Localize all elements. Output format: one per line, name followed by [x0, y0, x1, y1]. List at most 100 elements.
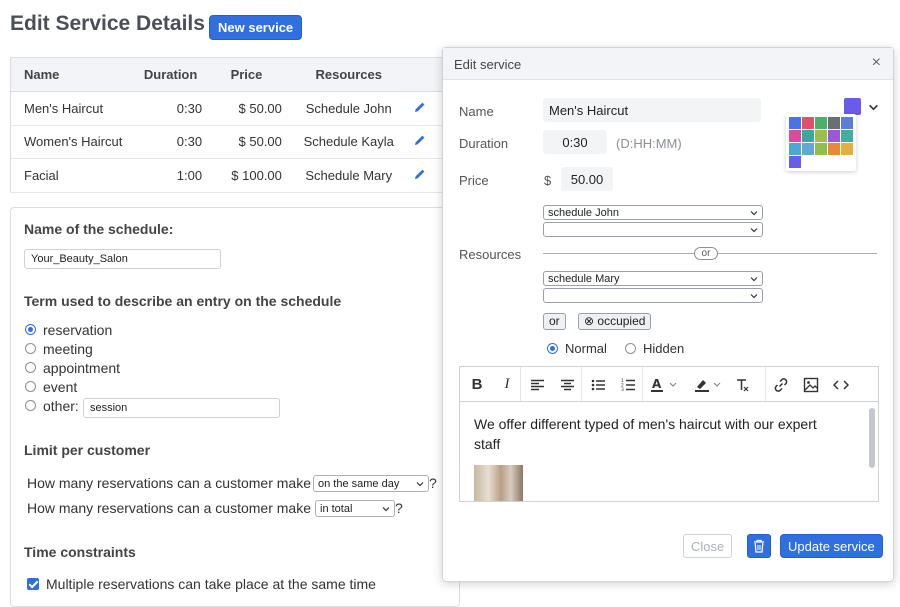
visibility-hidden-option[interactable]: Hidden: [625, 339, 684, 358]
term-label: Term used to describe an entry on the sc…: [24, 293, 342, 309]
color-swatch[interactable]: [815, 117, 827, 129]
text-color-icon[interactable]: A: [643, 367, 687, 403]
limit-per-customer-label: Limit per customer: [24, 442, 151, 458]
chevron-down-icon[interactable]: [868, 102, 879, 113]
edit-pencil-icon[interactable]: [414, 168, 426, 180]
limit-period-select[interactable]: on the same day: [313, 475, 429, 492]
edit-pencil-icon[interactable]: [414, 101, 426, 113]
color-swatch[interactable]: [789, 156, 801, 168]
italic-icon[interactable]: I: [494, 367, 520, 403]
service-duration-cell: 1:00: [138, 158, 211, 193]
selected-color-swatch[interactable]: [844, 98, 861, 115]
clear-format-icon[interactable]: [731, 367, 753, 403]
color-picker[interactable]: [844, 98, 861, 115]
description-text[interactable]: We offer different typed of men's haircu…: [474, 414, 844, 454]
link-icon[interactable]: [766, 367, 796, 403]
description-editor[interactable]: We offer different typed of men's haircu…: [459, 401, 879, 502]
align-left-icon[interactable]: [521, 367, 553, 403]
radio-button[interactable]: [25, 343, 36, 354]
table-row[interactable]: Men's Haircut 0:30 $ 50.00 Schedule John: [10, 91, 450, 126]
close-icon[interactable]: ×: [872, 55, 881, 71]
highlight-color-icon[interactable]: [687, 367, 731, 403]
color-swatch[interactable]: [828, 117, 840, 129]
radio-button[interactable]: [25, 362, 36, 373]
chevron-down-icon: [416, 481, 424, 486]
radio-button[interactable]: [547, 343, 558, 354]
schedule-name-input[interactable]: [24, 249, 221, 269]
color-swatch[interactable]: [815, 143, 827, 155]
time-constraints-label: Time constraints: [24, 544, 136, 560]
price-input[interactable]: 50.00: [561, 167, 613, 191]
resource-select[interactable]: [543, 288, 763, 303]
service-resources-cell: Schedule John: [289, 91, 408, 126]
new-service-button[interactable]: New service: [209, 15, 303, 40]
color-swatch[interactable]: [789, 143, 801, 155]
term-option-appointment[interactable]: appointment: [25, 358, 120, 377]
term-option-event[interactable]: event: [25, 377, 120, 396]
add-or-resource-button[interactable]: or: [543, 313, 566, 330]
trash-icon: [754, 539, 764, 553]
radio-button[interactable]: [25, 400, 36, 411]
editor-scrollbar[interactable]: [869, 408, 875, 468]
term-option-reservation[interactable]: reservation: [25, 320, 120, 339]
service-name-cell: Men's Haircut: [10, 91, 139, 126]
question-mark: ?: [429, 475, 437, 491]
resource-select[interactable]: schedule Mary: [543, 271, 763, 286]
delete-button[interactable]: [747, 534, 771, 558]
column-header-price[interactable]: Price: [210, 57, 290, 92]
multiple-reservations-option[interactable]: Multiple reservations can take place at …: [27, 576, 376, 592]
color-swatch[interactable]: [828, 143, 840, 155]
color-swatch[interactable]: [789, 117, 801, 129]
description-image[interactable]: [474, 465, 523, 501]
edit-pencil-icon[interactable]: [414, 134, 426, 146]
resource-select[interactable]: schedule John: [543, 205, 763, 220]
color-swatch[interactable]: [841, 117, 853, 129]
color-swatch[interactable]: [828, 130, 840, 142]
table-row[interactable]: Facial 1:00 $ 100.00 Schedule Mary: [10, 158, 450, 193]
bold-icon[interactable]: B: [460, 367, 494, 403]
color-swatch[interactable]: [815, 130, 827, 142]
color-swatch[interactable]: [789, 130, 801, 142]
radio-button[interactable]: [25, 381, 36, 392]
radio-button[interactable]: [625, 343, 636, 354]
resource-select[interactable]: [543, 222, 763, 237]
code-icon[interactable]: [826, 367, 856, 403]
limit-total-select[interactable]: in total: [315, 500, 395, 517]
column-header-name[interactable]: Name: [10, 57, 139, 92]
column-header-resources[interactable]: Resources: [289, 57, 408, 92]
table-row[interactable]: Women's Haircut 0:30 $ 50.00 Schedule Ka…: [10, 125, 450, 159]
multiple-reservations-checkbox[interactable]: [27, 578, 39, 590]
occupied-button[interactable]: ⊗ occupied: [578, 313, 652, 330]
radio-button[interactable]: [25, 324, 36, 335]
image-icon[interactable]: [796, 367, 826, 403]
service-duration-cell: 0:30: [138, 91, 211, 126]
color-swatch[interactable]: [841, 130, 853, 142]
color-swatch[interactable]: [802, 117, 814, 129]
close-button[interactable]: Close: [683, 534, 733, 558]
service-name-input[interactable]: Men's Haircut: [543, 98, 761, 122]
resources-label: Resources: [459, 247, 522, 262]
limit-row-2-text: How many reservations can a customer mak…: [27, 500, 311, 516]
editor-toolbar: B I 123 A: [459, 366, 879, 403]
schedule-name-label: Name of the schedule:: [24, 221, 174, 237]
bullet-list-icon[interactable]: [582, 367, 614, 403]
align-center-icon[interactable]: [553, 367, 581, 403]
service-name-cell: Women's Haircut: [10, 125, 139, 159]
visibility-normal-option[interactable]: Normal: [547, 339, 607, 358]
duration-format-hint: (D:HH:MM): [616, 136, 682, 151]
duration-input[interactable]: 0:30: [543, 130, 607, 154]
numbered-list-icon[interactable]: 123: [614, 367, 642, 403]
currency-symbol: $: [544, 173, 552, 188]
color-swatch[interactable]: [841, 143, 853, 155]
term-option-meeting[interactable]: meeting: [25, 339, 120, 358]
dialog-title: Edit service: [454, 57, 522, 72]
column-header-duration[interactable]: Duration: [138, 57, 211, 92]
question-mark: ?: [395, 500, 403, 516]
color-swatch[interactable]: [802, 143, 814, 155]
edit-service-dialog: Edit service × Name Men's Haircut Durati…: [442, 47, 894, 582]
chevron-down-icon: [750, 210, 758, 215]
color-swatch[interactable]: [802, 130, 814, 142]
service-price-cell: $ 50.00: [210, 91, 290, 126]
update-service-button[interactable]: Update service: [780, 534, 883, 558]
other-term-input[interactable]: [83, 398, 280, 418]
